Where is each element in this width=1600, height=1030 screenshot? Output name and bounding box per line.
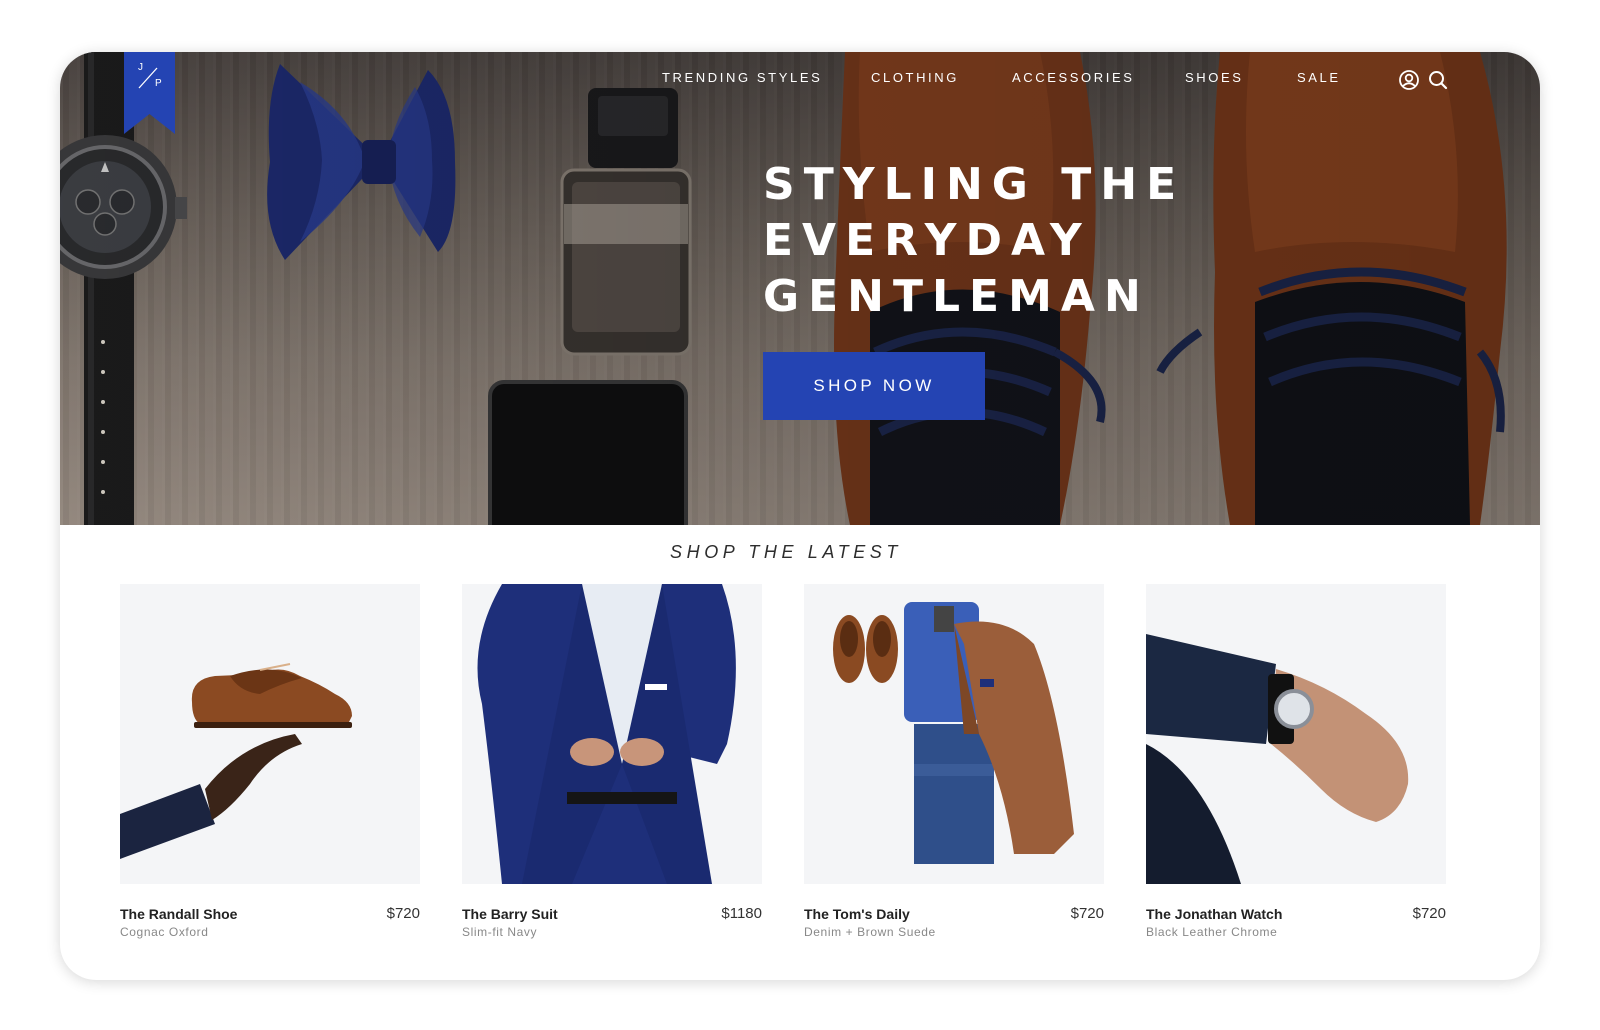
product-subtitle: Denim + Brown Suede: [804, 925, 936, 939]
user-icon[interactable]: [1397, 68, 1421, 92]
product-image-barry-suit[interactable]: [462, 584, 762, 884]
product-subtitle: Black Leather Chrome: [1146, 925, 1278, 939]
hero-banner: J P TRENDING STYLES CLOTHING ACCESSORIES…: [60, 52, 1540, 525]
nav-item-trending-styles[interactable]: TRENDING STYLES: [662, 70, 822, 85]
nav-item-accessories[interactable]: ACCESSORIES: [1012, 70, 1135, 85]
nav-item-sale[interactable]: SALE: [1297, 70, 1341, 85]
product-name[interactable]: The Barry Suit: [462, 906, 558, 922]
product-image-toms-daily[interactable]: [804, 584, 1104, 884]
product-card[interactable]: The Jonathan Watch $720 Black Leather Ch…: [1146, 584, 1446, 939]
hero-headline-line-1: STYLING THE: [763, 159, 1186, 210]
shop-now-button[interactable]: SHOP NOW: [763, 352, 985, 420]
product-card[interactable]: The Randall Shoe $720 Cognac Oxford: [120, 584, 420, 939]
product-name[interactable]: The Jonathan Watch: [1146, 906, 1282, 922]
hero-headline-line-2: EVERYDAY: [763, 215, 1091, 266]
product-name[interactable]: The Tom's Daily: [804, 906, 910, 922]
product-price: $720: [386, 905, 420, 922]
hero-headline: STYLING THE EVERYDAY GENTLEMAN: [763, 157, 1185, 325]
product-image-randall-shoe[interactable]: [120, 584, 420, 884]
product-subtitle: Cognac Oxford: [120, 925, 209, 939]
product-card[interactable]: The Tom's Daily $720 Denim + Brown Suede: [804, 584, 1104, 939]
hero-headline-line-3: GENTLEMAN: [763, 271, 1150, 322]
product-name[interactable]: The Randall Shoe: [120, 906, 237, 922]
product-subtitle: Slim-fit Navy: [462, 925, 538, 939]
main-nav: TRENDING STYLES CLOTHING ACCESSORIES SHO…: [60, 70, 1540, 94]
product-price: $1180: [721, 905, 762, 922]
product-price: $720: [1412, 905, 1446, 922]
browser-frame: J P TRENDING STYLES CLOTHING ACCESSORIES…: [60, 52, 1540, 980]
nav-item-clothing[interactable]: CLOTHING: [871, 70, 959, 85]
product-price: $720: [1070, 905, 1104, 922]
nav-item-shoes[interactable]: SHOES: [1185, 70, 1244, 85]
product-card[interactable]: The Barry Suit $1180 Slim-fit Navy: [462, 584, 762, 939]
product-image-jonathan-watch[interactable]: [1146, 584, 1446, 884]
search-icon[interactable]: [1426, 68, 1450, 92]
section-title: SHOP THE LATEST: [669, 542, 903, 562]
